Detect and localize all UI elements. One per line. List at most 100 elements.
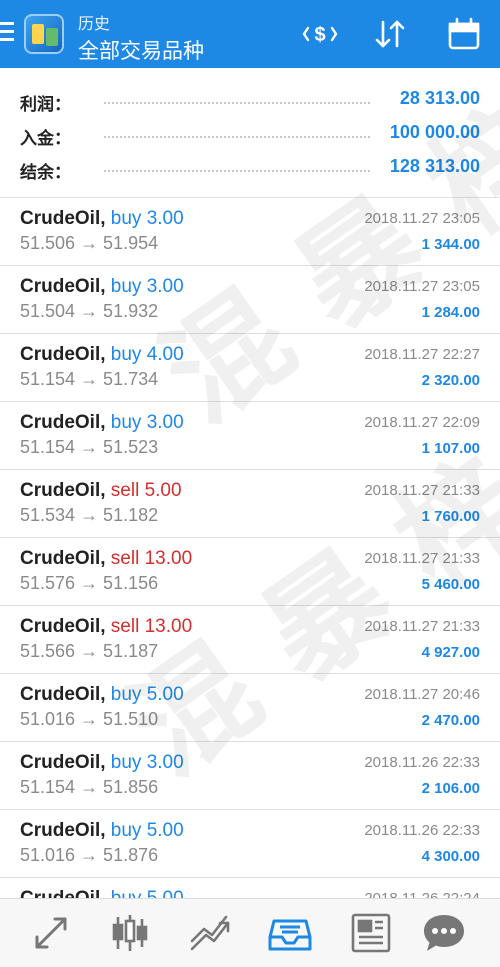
deal-row[interactable]: CrudeOil, buy 3.00 51.504 → 51.932 2018.11… — [0, 266, 500, 334]
deal-title: CrudeOil, buy 4.00 — [20, 344, 184, 366]
history-tab[interactable] — [266, 909, 314, 957]
profit-label: 利润： — [20, 95, 71, 114]
deal-time: 2018.11.26 22:33 — [364, 822, 480, 839]
app-logo[interactable] — [24, 14, 64, 54]
summary-balance-row: 结余： 128 313.00 — [0, 152, 500, 186]
deal-time: 2018.11.27 21:33 — [364, 482, 480, 499]
deal-symbol: CrudeOil, — [20, 684, 106, 705]
bottom-nav — [0, 898, 500, 967]
deal-side-volume: buy 5.00 — [110, 820, 184, 841]
dotted-leader — [104, 102, 370, 104]
deal-side-volume: sell 5.00 — [110, 480, 182, 501]
deal-symbol: CrudeOil, — [20, 412, 106, 433]
deal-profit: 4 927.00 — [421, 644, 480, 661]
deal-prices: 51.576 → 51.156 — [20, 573, 159, 593]
chat-bubble-icon — [424, 915, 464, 951]
deal-row[interactable]: CrudeOil, sell 5.00 51.534 → 51.182 2018.1… — [0, 470, 500, 538]
header-bar: 历史 全部交易品种 $ — [0, 0, 500, 68]
deal-side-volume: buy 3.00 — [110, 752, 184, 773]
deal-symbol: CrudeOil, — [20, 344, 106, 365]
deals-list[interactable]: CrudeOil, buy 3.00 51.506 → 51.954 2018.11… — [0, 198, 500, 898]
deposit-label: 入金： — [20, 129, 71, 148]
balance-label: 结余： — [20, 163, 71, 182]
deal-row[interactable]: CrudeOil, buy 4.00 51.154 → 51.734 2018.11… — [0, 334, 500, 402]
deal-time: 2018.11.27 23:05 — [364, 210, 480, 227]
deal-symbol: CrudeOil, — [20, 276, 106, 297]
trend-icon — [190, 915, 230, 951]
deal-time: 2018.11.26 22:33 — [364, 754, 480, 771]
deal-title: CrudeOil, buy 3.00 — [20, 208, 184, 230]
deal-time: 2018.11.27 23:05 — [364, 278, 480, 295]
deal-row[interactable]: CrudeOil, sell 13.00 51.566 → 51.187 2018.… — [0, 606, 500, 674]
chat-tab[interactable] — [420, 909, 468, 957]
deal-side-volume: buy 3.00 — [110, 208, 184, 229]
deal-time: 2018.11.27 20:46 — [364, 686, 480, 703]
deal-side-volume: sell 13.00 — [110, 616, 193, 637]
deal-time: 2018.11.26 22:24 — [364, 890, 480, 898]
deal-time: 2018.11.27 22:27 — [364, 346, 480, 363]
summary-deposit-row: 入金： 100 000.00 — [0, 118, 500, 152]
deal-prices: 51.154 → 51.734 — [20, 369, 159, 389]
inbox-icon — [268, 919, 312, 951]
deal-symbol: CrudeOil, — [20, 820, 106, 841]
deal-side-volume: buy 5.00 — [110, 684, 184, 705]
deal-row[interactable]: CrudeOil, buy 5.00 2018.11.26 22:24 — [0, 878, 500, 898]
deal-prices: 51.504 → 51.932 — [20, 301, 159, 321]
deal-side-volume: buy 4.00 — [110, 344, 184, 365]
deal-row[interactable]: CrudeOil, sell 13.00 51.576 → 51.156 2018.… — [0, 538, 500, 606]
deal-time: 2018.11.27 21:33 — [364, 550, 480, 567]
deal-title: CrudeOil, buy 5.00 — [20, 820, 184, 842]
deal-profit: 4 300.00 — [421, 848, 480, 865]
deal-row[interactable]: CrudeOil, buy 5.00 51.016 → 51.510 2018.11… — [0, 674, 500, 742]
deal-profit: 1 107.00 — [421, 440, 480, 457]
arrows-icon — [35, 917, 67, 949]
deal-row[interactable]: CrudeOil, buy 3.00 51.154 → 51.523 2018.11… — [0, 402, 500, 470]
deal-symbol: CrudeOil, — [20, 752, 106, 773]
deal-prices: 51.016 → 51.510 — [20, 709, 159, 729]
deal-title: CrudeOil, sell 13.00 — [20, 616, 192, 638]
deal-profit: 2 320.00 — [421, 372, 480, 389]
deal-side-volume: buy 3.00 — [110, 276, 184, 297]
deal-title: CrudeOil, buy 5.00 — [20, 888, 184, 898]
deal-side-volume: sell 13.00 — [110, 548, 193, 569]
deal-prices: 51.154 → 51.856 — [20, 777, 159, 797]
deal-profit: 1 760.00 — [421, 508, 480, 525]
deal-title: CrudeOil, buy 3.00 — [20, 752, 184, 774]
deal-profit: 1 284.00 — [421, 304, 480, 321]
calendar-icon[interactable] — [446, 16, 482, 52]
summary-profit-row: 利润： 28 313.00 — [0, 84, 500, 118]
deal-time: 2018.11.27 22:09 — [364, 414, 480, 431]
deal-profit: 1 344.00 — [421, 236, 480, 253]
deal-side-volume: buy 5.00 — [111, 888, 184, 898]
deal-row[interactable]: CrudeOil, buy 3.00 51.154 → 51.856 2018.11… — [0, 742, 500, 810]
header-subtitle: 历史 — [78, 16, 111, 33]
chart-tab[interactable] — [106, 909, 154, 957]
deal-prices: 51.154 → 51.523 — [20, 437, 159, 457]
news-tab[interactable] — [347, 909, 395, 957]
deal-title: CrudeOil, sell 5.00 — [20, 480, 182, 502]
deal-profit: 2 106.00 — [421, 780, 480, 797]
deal-profit: 2 470.00 — [421, 712, 480, 729]
deal-symbol: CrudeOil, — [20, 548, 106, 569]
newspaper-icon — [351, 913, 391, 953]
currency-swap-icon[interactable]: $ — [302, 16, 338, 52]
deal-title: CrudeOil, buy 3.00 — [20, 412, 184, 434]
deal-title: CrudeOil, buy 3.00 — [20, 276, 184, 298]
deal-profit: 5 460.00 — [421, 576, 480, 593]
deal-prices: 51.534 → 51.182 — [20, 505, 159, 525]
deal-time: 2018.11.27 21:33 — [364, 618, 480, 635]
deal-row[interactable]: CrudeOil, buy 3.00 51.506 → 51.954 2018.11… — [0, 198, 500, 266]
header-title[interactable]: 全部交易品种 — [78, 35, 204, 65]
menu-icon[interactable] — [0, 22, 14, 46]
sort-icon[interactable] — [372, 16, 408, 52]
svg-text:$: $ — [314, 24, 325, 46]
balance-value: 128 313.00 — [389, 156, 480, 176]
dotted-leader — [104, 170, 370, 172]
deposit-value: 100 000.00 — [389, 122, 480, 142]
account-summary: 利润： 28 313.00 入金： 100 000.00 结余： 128 313… — [0, 68, 500, 198]
deal-row[interactable]: CrudeOil, buy 5.00 51.016 → 51.876 2018.11… — [0, 810, 500, 878]
trade-tab[interactable] — [186, 909, 234, 957]
deal-prices: 51.566 → 51.187 — [20, 641, 159, 661]
deal-side-volume: buy 3.00 — [110, 412, 184, 433]
quotes-tab[interactable] — [27, 909, 75, 957]
